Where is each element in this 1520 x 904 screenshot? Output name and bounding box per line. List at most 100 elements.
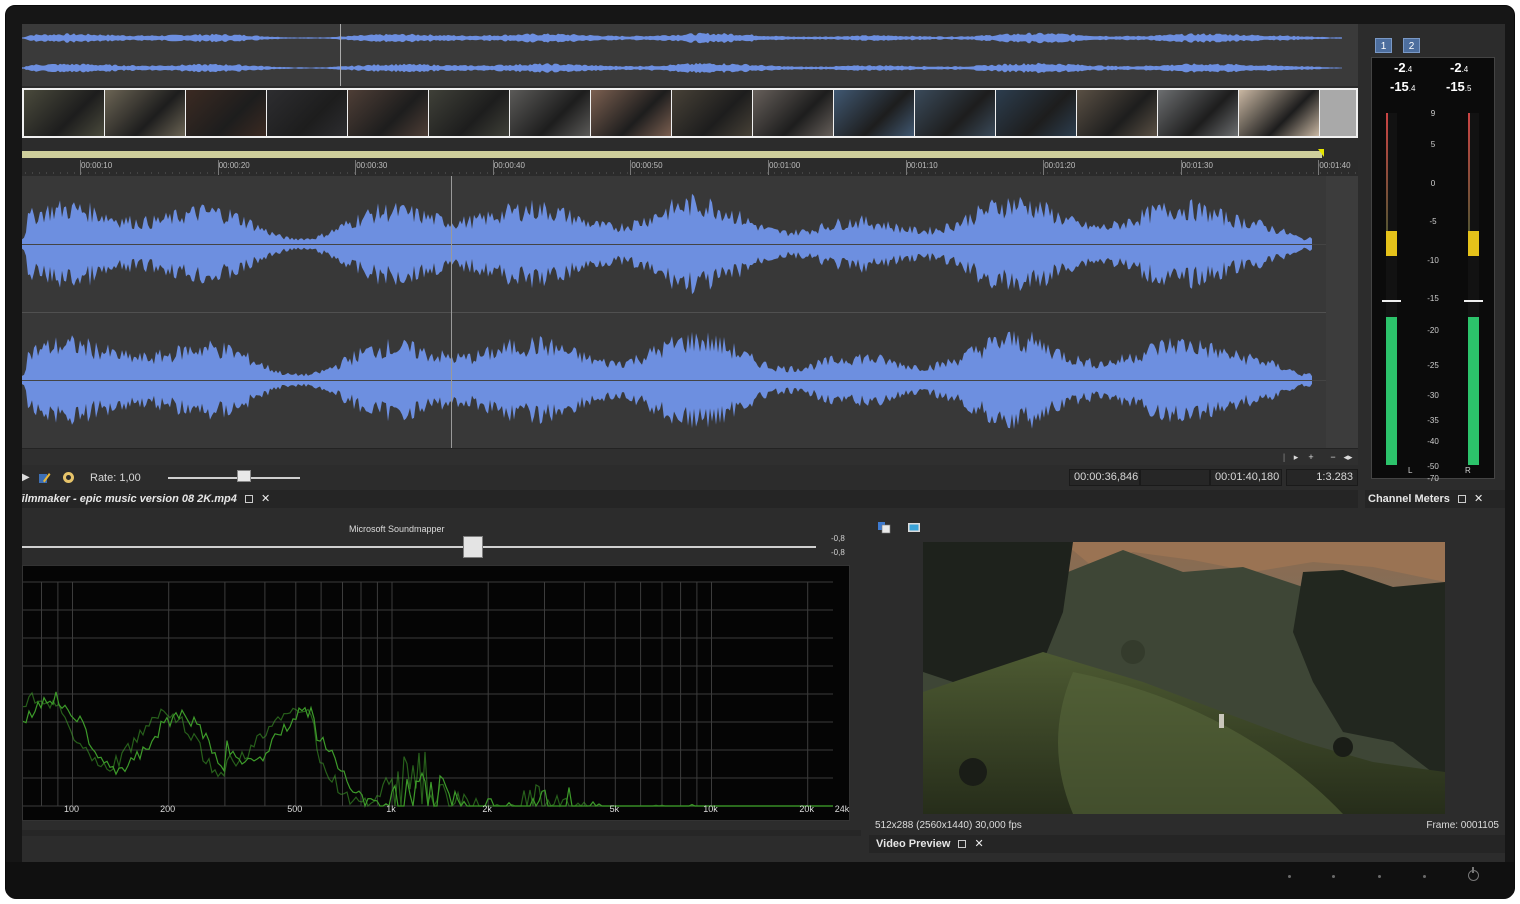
monitor-frame: 00:00:10 00:00:20 00:00:30 00:00:40 00:00:50… [5,5,1515,899]
zoom-fit-icon[interactable]: ◂▸ [1342,451,1354,463]
meter-level-fill [1468,317,1479,465]
zoom-ratio-field[interactable]: 1:3.283 [1286,469,1358,486]
video-thumbnail[interactable] [24,90,104,136]
monitor-button-dot[interactable] [1288,875,1291,878]
video-thumbnail[interactable] [348,90,428,136]
video-preview-panel: 512x288 (2560x1440) 30,000 fps Frame: 00… [869,513,1505,853]
power-icon[interactable] [1468,867,1479,881]
cursor-time-field[interactable]: 00:00:36,846 [1069,469,1140,486]
meter-scale-label: -20 [1427,326,1439,335]
frequency-label: 1k [386,804,396,814]
meter-scale-label: -30 [1427,391,1439,400]
close-icon[interactable]: ✕ [261,490,270,508]
video-thumbnail[interactable] [591,90,671,136]
restore-icon[interactable] [1457,495,1466,503]
video-preview-tab[interactable]: Video Preview ✕ [869,835,1505,853]
waveform-channel [22,32,1342,44]
video-thumbnail[interactable] [996,90,1076,136]
volume-slider-thumb[interactable] [463,536,483,558]
peak-right: -2.4 [1450,60,1469,75]
scroll-divider-icon: | [1282,452,1286,462]
waveform-display[interactable] [22,176,1326,448]
overview-waveform-graphic [22,32,1342,74]
rate-slider-thumb[interactable] [237,470,251,482]
video-thumbnail-strip[interactable] [22,88,1358,138]
meter-bar-right [1464,113,1483,465]
video-thumbnail[interactable] [105,90,185,136]
length-time-field[interactable]: 00:01:40,180 [1210,469,1282,486]
playback-cursor[interactable] [451,176,452,448]
restore-icon[interactable] [958,840,967,848]
selection-time-field[interactable] [1140,469,1210,486]
channel-meters-title: Channel Meters [1368,493,1450,505]
channel-meters-tab[interactable]: Channel Meters ✕ [1365,490,1505,508]
video-thumbnail[interactable] [267,90,347,136]
display-settings-icon[interactable] [907,521,921,534]
waveform-channel [22,62,1342,74]
frequency-label: 200 [160,804,176,814]
spectrum-analyzer-panel: Microsoft Soundmapper -0,8 -0,8 100 200 50… [22,513,861,836]
spectrum-plot[interactable] [22,565,850,821]
timeline-ruler[interactable]: 00:00:10 00:00:20 00:00:30 00:00:40 00:00:50… [22,160,1358,176]
ruler-tick-label: 00:00:10 [81,161,113,170]
monitor-bezel [6,862,1514,899]
spectrum-graphic [22,581,833,808]
overview-waveform[interactable] [22,24,1358,86]
close-icon[interactable]: ✕ [1474,490,1483,508]
video-thumbnail[interactable] [510,90,590,136]
ruler-tick-label: 00:00:50 [631,161,663,170]
zoom-in-icon[interactable]: + [1305,451,1317,463]
play-icon[interactable]: ▶ [22,471,35,484]
meter-bar-left [1382,113,1401,465]
overview-cursor[interactable] [340,24,341,86]
meter-scale-label: -25 [1427,361,1439,370]
meter-label-left: L [1408,466,1413,475]
meter-peak-hold [1468,231,1479,256]
ruler-tick-label: 00:01:00 [769,161,801,170]
video-thumbnail[interactable] [753,90,833,136]
loop-region-bar[interactable] [22,151,1322,158]
meter-scale-label: 0 [1430,179,1436,188]
frequency-label: 100 [63,804,79,814]
video-thumbnail[interactable] [834,90,914,136]
video-thumbnail[interactable] [1158,90,1238,136]
video-thumbnail[interactable] [672,90,752,136]
meter-button-2[interactable]: 2 [1403,38,1420,53]
transport-bar: ▶ Rate: 1,00 00:00:36,846 00:01:40,180 1… [22,465,1358,490]
zoom-out-icon[interactable]: − [1327,451,1339,463]
meter-rms-marker [1464,300,1483,302]
video-thumbnail[interactable] [1239,90,1319,136]
channel-grid-line [22,244,1326,245]
peak-left: -2.4 [1394,60,1413,75]
meter-headroom [1468,113,1470,231]
scrub-tool-icon[interactable] [62,471,75,484]
ruler-tick-label: 00:01:20 [1044,161,1076,170]
volume-slider-track[interactable] [22,546,816,548]
thumbnail-strip-end [1320,90,1356,136]
restore-icon[interactable] [244,495,253,503]
meter-scale-label: -15 [1427,294,1439,303]
monitor-button-dot[interactable] [1423,875,1426,878]
meter-button-1[interactable]: 1 [1375,38,1392,53]
scroll-right-icon[interactable]: ▸ [1290,451,1302,463]
meter-scale-label: 9 [1430,109,1436,118]
meter-peak-hold [1386,231,1397,256]
pencil-tool-icon[interactable] [38,471,51,484]
loop-end-marker[interactable] [1318,149,1324,157]
copy-frame-icon[interactable] [877,521,891,534]
monitor-button-dot[interactable] [1332,875,1335,878]
video-frame[interactable] [923,542,1445,814]
rms-left: -15.4 [1390,79,1416,94]
ruler-tick-label: 00:00:40 [493,161,525,170]
video-thumbnail[interactable] [1077,90,1157,136]
rate-slider-track[interactable] [168,477,300,479]
video-thumbnail[interactable] [429,90,509,136]
file-tab[interactable]: filmmaker - epic music version 08 2K.mp4… [22,490,1358,508]
frequency-label: 5k [609,804,620,814]
channel-meter-display: -2.4 -2.4 -15.4 -15.5 9 5 0 -5 -10 -15 -20 -25 -… [1371,57,1495,483]
monitor-button-dot[interactable] [1378,875,1381,878]
horizontal-scrollbar[interactable]: | ▸ + − ◂▸ [22,448,1358,465]
video-thumbnail[interactable] [915,90,995,136]
video-thumbnail[interactable] [186,90,266,136]
close-icon[interactable]: ✕ [975,835,984,853]
